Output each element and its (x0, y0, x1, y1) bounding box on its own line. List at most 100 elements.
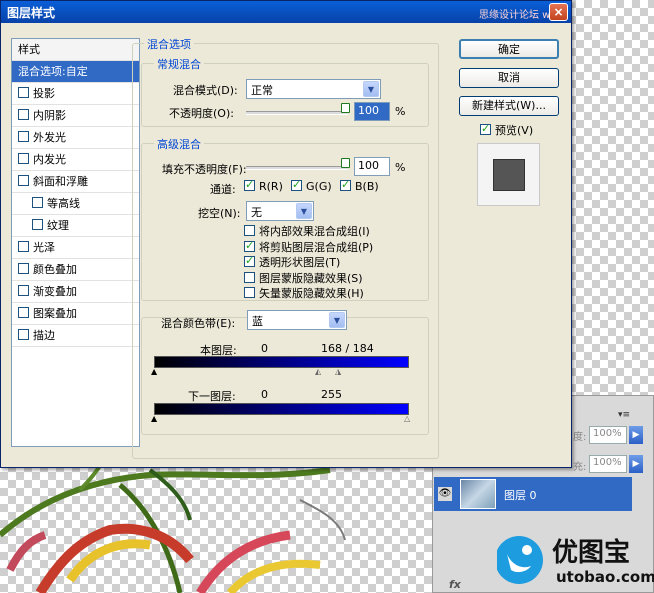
checkbox-icon (291, 178, 302, 191)
checkbox-icon (340, 178, 351, 191)
this-layer-white-stop-left-icon[interactable]: ◭ (315, 367, 321, 376)
checkbox-icon[interactable] (18, 175, 29, 186)
checkbox-icon[interactable] (18, 329, 29, 340)
panel-menu-icon[interactable]: ▾≡ (618, 410, 630, 420)
sidebar-item-label: 内阴影 (33, 109, 66, 122)
opacity-input[interactable]: 100 (354, 102, 390, 121)
checkbox-icon[interactable] (18, 263, 29, 274)
checkbox-icon (244, 225, 255, 236)
advanced-option-1[interactable]: 将剪贴图层混合成组(P) (244, 239, 373, 255)
panel-opacity-field[interactable]: 100% (589, 426, 627, 444)
advanced-option-0[interactable]: 将内部效果混合成组(I) (244, 223, 370, 239)
sidebar-item-12[interactable]: 描边 (12, 325, 139, 347)
fx-icon[interactable]: fx (449, 578, 461, 591)
layer-thumbnail (460, 479, 496, 509)
fill-opacity-slider-handle[interactable] (341, 158, 350, 168)
advanced-option-4[interactable]: 矢量蒙版隐藏效果(H) (244, 285, 364, 301)
sidebar-item-0[interactable]: 混合选项:自定 (12, 61, 139, 83)
this-layer-black-stop-icon[interactable]: ▲ (151, 367, 157, 376)
panel-opacity-arrow-icon[interactable]: ▶ (629, 426, 643, 444)
sidebar-item-label: 混合选项:自定 (18, 65, 88, 78)
cancel-button[interactable]: 取消 (459, 68, 559, 88)
channel-b-checkbox[interactable]: B(B) (340, 178, 379, 193)
sidebar-item-label: 内发光 (33, 153, 66, 166)
general-blend-title: 常规混合 (154, 56, 204, 72)
blend-options-title: 混合选项 (144, 36, 194, 52)
opacity-slider[interactable] (246, 111, 348, 115)
layer-name: 图层 0 (504, 489, 537, 502)
channel-r-label: R(R) (259, 180, 283, 193)
sidebar-item-11[interactable]: 图案叠加 (12, 303, 139, 325)
sidebar-item-1[interactable]: 投影 (12, 83, 139, 105)
sidebar-item-3[interactable]: 外发光 (12, 127, 139, 149)
checkbox-icon[interactable] (18, 87, 29, 98)
preview-checkbox[interactable]: 预览(V) (480, 122, 533, 138)
advanced-option-label: 将剪贴图层混合成组(P) (259, 240, 374, 254)
under-layer-black-stop-icon[interactable]: ▲ (151, 414, 157, 423)
blend-if-select[interactable]: 蓝 ▼ (247, 310, 347, 330)
sidebar-item-7[interactable]: 纹理 (12, 215, 139, 237)
checkbox-icon[interactable] (18, 285, 29, 296)
checkbox-icon[interactable] (18, 241, 29, 252)
new-style-button[interactable]: 新建样式(W)... (459, 96, 559, 116)
checkbox-icon[interactable] (32, 197, 43, 208)
opacity-slider-handle[interactable] (341, 103, 350, 113)
layer-row[interactable]: 👁 图层 0 (434, 477, 632, 511)
sidebar-item-10[interactable]: 渐变叠加 (12, 281, 139, 303)
this-layer-gradient-bar[interactable] (154, 356, 409, 368)
channel-g-checkbox[interactable]: G(G) (291, 178, 332, 193)
sidebar-item-label: 等高线 (47, 197, 80, 210)
this-layer-high: 168 / 184 (321, 342, 374, 355)
sidebar-item-label: 斜面和浮雕 (33, 175, 88, 188)
checkbox-icon[interactable] (18, 307, 29, 318)
close-icon[interactable]: × (549, 3, 568, 21)
checkbox-icon[interactable] (18, 153, 29, 164)
sidebar-item-label: 描边 (33, 329, 55, 342)
under-layer-low: 0 (261, 388, 268, 401)
opacity-label: 不透明度(O): (169, 107, 234, 120)
checkbox-icon[interactable] (18, 131, 29, 142)
checkbox-icon[interactable] (18, 109, 29, 120)
advanced-option-2[interactable]: 透明形状图层(T) (244, 254, 340, 270)
sidebar-item-9[interactable]: 颜色叠加 (12, 259, 139, 281)
knockout-select[interactable]: 无 ▼ (246, 201, 314, 221)
this-layer-white-stop-right-icon[interactable]: ◮ (335, 367, 341, 376)
fill-opacity-label: 填充不透明度(F): (162, 163, 247, 176)
logo-en-text: utobao.com (556, 568, 654, 586)
sidebar-item-4[interactable]: 内发光 (12, 149, 139, 171)
sidebar-item-6[interactable]: 等高线 (12, 193, 139, 215)
layer-style-dialog: 图层样式 思缘设计论坛 www.PS教程论坛 bbs.16xx8.com × 样… (0, 0, 572, 468)
sidebar-item-2[interactable]: 内阴影 (12, 105, 139, 127)
fill-opacity-slider[interactable] (246, 166, 348, 170)
advanced-option-label: 矢量蒙版隐藏效果(H) (259, 287, 364, 300)
checkbox-icon (244, 271, 255, 283)
sidebar-item-8[interactable]: 光泽 (12, 237, 139, 259)
advanced-blend-title: 高级混合 (154, 136, 204, 152)
checkbox-icon (244, 239, 255, 252)
panel-opacity-label: 度: (573, 432, 587, 443)
fill-opacity-input[interactable]: 100 (354, 157, 390, 176)
chevron-down-icon: ▼ (363, 81, 379, 97)
panel-fill-label: 充: (573, 462, 587, 473)
knockout-label: 挖空(N): (198, 207, 241, 220)
this-layer-low: 0 (261, 342, 268, 355)
checkbox-icon (244, 254, 255, 267)
fill-opacity-percent: % (395, 161, 406, 174)
under-layer-white-stop-icon[interactable]: △ (404, 414, 410, 423)
ok-button[interactable]: 确定 (459, 39, 559, 59)
under-layer-gradient-bar[interactable] (154, 403, 409, 415)
sidebar-item-label: 颜色叠加 (33, 263, 77, 276)
opacity-percent: % (395, 105, 406, 118)
sidebar-item-5[interactable]: 斜面和浮雕 (12, 171, 139, 193)
eye-icon[interactable]: 👁 (438, 487, 452, 501)
advanced-option-3[interactable]: 图层蒙版隐藏效果(S) (244, 270, 363, 286)
under-layer-high: 255 (321, 388, 342, 401)
panel-fill-field[interactable]: 100% (589, 455, 627, 473)
channel-r-checkbox[interactable]: R(R) (244, 178, 283, 193)
style-list-header: 样式 (12, 39, 139, 61)
checkbox-icon (244, 178, 255, 191)
panel-fill-arrow-icon[interactable]: ▶ (629, 455, 643, 473)
checkbox-icon[interactable] (32, 219, 43, 230)
advanced-option-label: 将内部效果混合成组(I) (259, 225, 370, 238)
blend-mode-select[interactable]: 正常 ▼ (246, 79, 381, 99)
